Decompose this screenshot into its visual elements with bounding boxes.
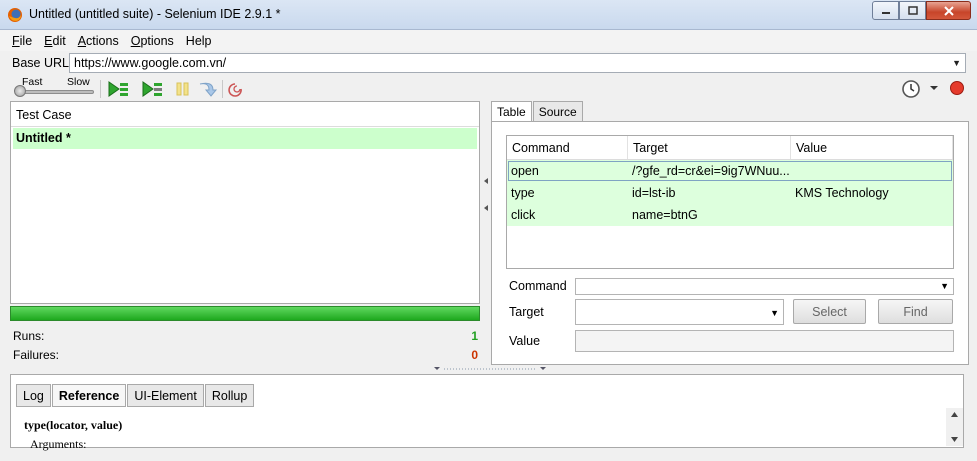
menu-file[interactable]: File bbox=[6, 34, 38, 48]
menu-help-label: Help bbox=[185, 33, 212, 48]
column-command[interactable]: Command bbox=[507, 136, 628, 159]
base-url-label: Base URL bbox=[12, 56, 69, 70]
target-label: Target bbox=[509, 305, 544, 319]
speed-fast-label: Fast bbox=[22, 76, 43, 88]
reference-scrollbar[interactable] bbox=[946, 408, 963, 446]
record-icon[interactable] bbox=[949, 80, 965, 96]
runs-label: Runs: bbox=[13, 329, 45, 343]
tab-table[interactable]: Table bbox=[491, 101, 532, 123]
window-title: Untitled (untitled suite) - Selenium IDE… bbox=[29, 7, 281, 21]
find-button[interactable]: Find bbox=[878, 299, 953, 324]
menu-edit-mnemonic: E bbox=[44, 33, 53, 48]
chevron-down-icon: ▼ bbox=[770, 308, 779, 318]
menu-actions-mnemonic: A bbox=[77, 33, 87, 48]
minimize-button[interactable] bbox=[872, 1, 899, 20]
value-label: Value bbox=[509, 334, 541, 348]
command-table-header: Command Target Value bbox=[507, 136, 953, 160]
command-table: Command Target Value open /?gfe_rd=cr&ei… bbox=[506, 135, 954, 269]
play-test-case-button[interactable] bbox=[140, 80, 164, 98]
splitter-grip[interactable] bbox=[483, 175, 489, 215]
reference-signature: type(locator, value) bbox=[24, 418, 123, 432]
base-url-bar: Base URL https://www.google.com.vn/ ▼ bbox=[0, 52, 977, 73]
scrollbar-arrows-icon bbox=[951, 412, 958, 442]
menu-file-mnemonic: F bbox=[12, 33, 20, 48]
pause-icon[interactable] bbox=[171, 80, 195, 98]
editor-tabs: Table Source bbox=[491, 101, 584, 123]
reference-arguments: Arguments: bbox=[30, 437, 87, 451]
rollup-icon[interactable] bbox=[226, 80, 250, 98]
test-case-panel: Test Case Untitled * bbox=[10, 101, 480, 304]
close-icon bbox=[943, 5, 954, 16]
row-command: click bbox=[511, 208, 536, 222]
menu-options[interactable]: Options bbox=[125, 34, 180, 48]
menu-actions-label: ctions bbox=[86, 33, 119, 48]
play-suite-button[interactable] bbox=[106, 80, 130, 98]
command-label: Command bbox=[509, 279, 567, 293]
step-icon[interactable] bbox=[195, 80, 219, 98]
runs-count: 1 bbox=[471, 329, 478, 343]
menu-edit[interactable]: Edit bbox=[38, 34, 72, 48]
menu-bar: File Edit Actions Options Help bbox=[0, 30, 977, 51]
maximize-button[interactable] bbox=[899, 1, 926, 20]
table-row[interactable]: click name=btnG bbox=[507, 204, 953, 226]
target-select[interactable]: ▼ bbox=[575, 299, 784, 325]
table-row[interactable]: type id=lst-ib KMS Technology bbox=[507, 182, 953, 204]
command-select[interactable]: ▼ bbox=[575, 278, 954, 295]
maximize-icon bbox=[907, 6, 918, 15]
select-button[interactable]: Select bbox=[793, 299, 866, 324]
tab-rollup[interactable]: Rollup bbox=[204, 384, 255, 407]
menu-help[interactable]: Help bbox=[180, 34, 218, 48]
toolbar: Fast Slow bbox=[0, 74, 977, 101]
dropdown-arrow-icon[interactable]: ▼ bbox=[952, 58, 961, 68]
menu-options-mnemonic: O bbox=[130, 33, 141, 48]
menu-actions[interactable]: Actions bbox=[72, 34, 125, 48]
base-url-input[interactable]: https://www.google.com.vn/ ▼ bbox=[69, 53, 966, 73]
toolbar-separator bbox=[100, 80, 101, 98]
speed-slider-track[interactable] bbox=[18, 90, 94, 94]
test-case-item[interactable]: Untitled * bbox=[13, 128, 477, 149]
close-button[interactable] bbox=[926, 1, 971, 20]
progress-bar bbox=[10, 306, 480, 321]
value-input[interactable] bbox=[575, 330, 954, 352]
row-value: KMS Technology bbox=[795, 186, 889, 200]
column-value[interactable]: Value bbox=[791, 136, 953, 159]
title-bar: Untitled (untitled suite) - Selenium IDE… bbox=[0, 0, 977, 30]
toolbar-separator-2 bbox=[222, 80, 223, 98]
menu-options-label: ptions bbox=[140, 33, 174, 48]
row-target: /?gfe_rd=cr&ei=9ig7WNuu... bbox=[632, 164, 790, 178]
row-command: type bbox=[511, 186, 535, 200]
speed-slider-thumb[interactable] bbox=[14, 85, 26, 97]
bottom-tabs: Log Reference UI-Element Rollup bbox=[16, 384, 255, 407]
base-url-value: https://www.google.com.vn/ bbox=[74, 56, 227, 70]
column-target[interactable]: Target bbox=[628, 136, 791, 159]
horizontal-splitter-grip[interactable] bbox=[432, 366, 548, 372]
firefox-icon bbox=[8, 8, 22, 22]
minimize-icon bbox=[881, 11, 890, 14]
failures-label: Failures: bbox=[13, 348, 60, 362]
speed-slow-label: Slow bbox=[67, 76, 90, 88]
menu-edit-label: dit bbox=[52, 33, 66, 48]
row-command: open bbox=[511, 164, 539, 178]
chevron-down-icon[interactable] bbox=[928, 82, 940, 94]
tab-source[interactable]: Source bbox=[532, 101, 583, 122]
row-target: name=btnG bbox=[632, 208, 698, 222]
test-case-header: Test Case bbox=[11, 102, 479, 127]
failures-count: 0 bbox=[471, 348, 478, 362]
table-row[interactable]: open /?gfe_rd=cr&ei=9ig7WNuu... bbox=[507, 160, 953, 182]
menu-file-label: ile bbox=[19, 33, 33, 48]
tab-log[interactable]: Log bbox=[16, 384, 51, 407]
tab-reference[interactable]: Reference bbox=[51, 384, 127, 407]
tab-ui-element[interactable]: UI-Element bbox=[127, 384, 204, 407]
row-target: id=lst-ib bbox=[632, 186, 676, 200]
chevron-down-icon: ▼ bbox=[940, 281, 949, 291]
schedule-clock-icon[interactable] bbox=[900, 79, 922, 99]
